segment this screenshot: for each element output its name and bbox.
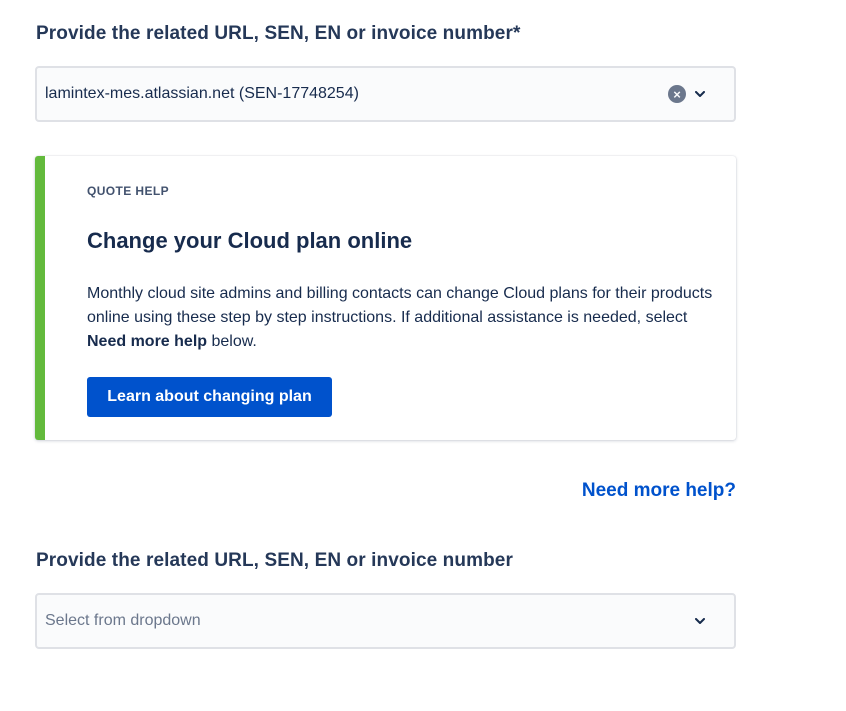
- chevron-down-icon[interactable]: [690, 611, 710, 631]
- selected-value: lamintex-mes.atlassian.net (SEN-17748254…: [45, 85, 359, 102]
- card-body-text: Monthly cloud site admins and billing co…: [87, 285, 713, 326]
- related-url-select[interactable]: lamintex-mes.atlassian.net (SEN-17748254…: [35, 66, 736, 122]
- field-label-related-url: Provide the related URL, SEN, EN or invo…: [36, 23, 521, 44]
- card-body-suffix: below.: [207, 333, 257, 350]
- clear-icon[interactable]: ×: [668, 85, 686, 103]
- card-eyebrow: QUOTE HELP: [87, 184, 170, 198]
- quote-help-card: QUOTE HELP Change your Cloud plan online…: [35, 156, 736, 440]
- need-more-help-link[interactable]: Need more help?: [582, 480, 736, 502]
- card-body: Monthly cloud site admins and billing co…: [87, 282, 717, 354]
- card-body-bold: Need more help: [87, 333, 208, 350]
- learn-changing-plan-button[interactable]: Learn about changing plan: [87, 377, 332, 417]
- select-placeholder: Select from dropdown: [45, 612, 201, 629]
- card-accent-bar: [35, 156, 45, 440]
- card-title: Change your Cloud plan online: [87, 228, 413, 253]
- field-label-related-url-2: Provide the related URL, SEN, EN or invo…: [36, 550, 513, 571]
- chevron-down-icon[interactable]: [690, 84, 710, 104]
- related-url-select-2[interactable]: Select from dropdown: [35, 593, 736, 649]
